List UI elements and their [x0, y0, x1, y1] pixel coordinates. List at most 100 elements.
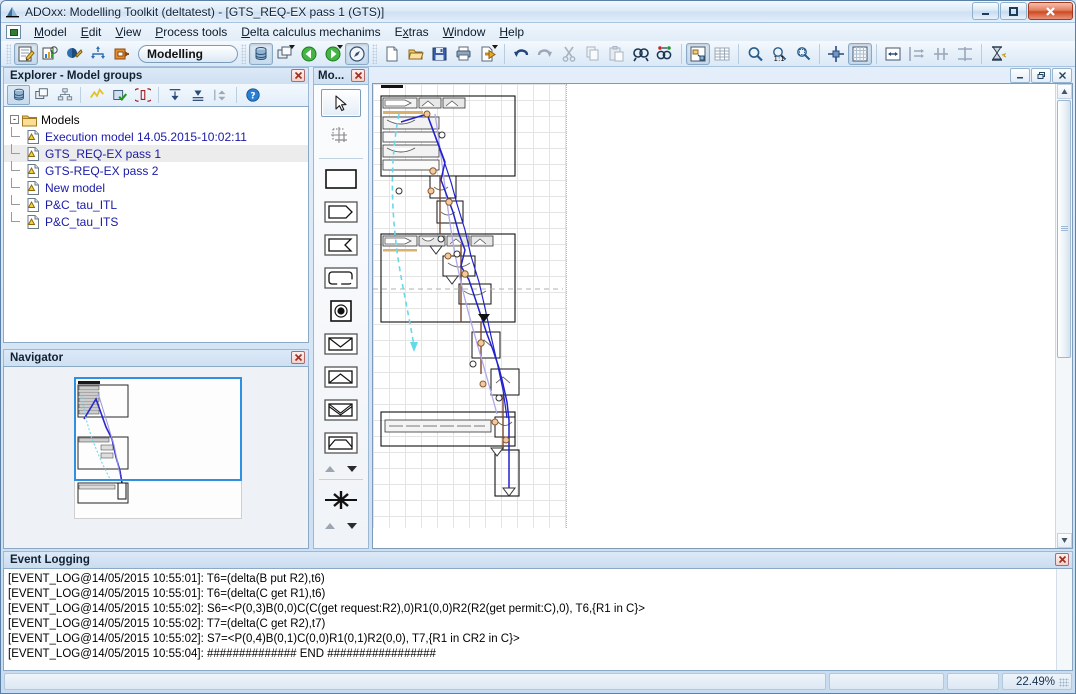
find-icon[interactable] — [629, 43, 653, 65]
tree-item-pc-tau-itl[interactable]: P&C_tau_ITL — [4, 195, 308, 213]
acquisition-icon[interactable] — [14, 42, 38, 65]
chevron-down-icon[interactable] — [289, 44, 295, 49]
new-icon[interactable] — [380, 43, 404, 65]
paste-icon[interactable] — [605, 43, 629, 65]
model-canvas[interactable] — [373, 84, 1055, 548]
version-icon[interactable] — [131, 85, 154, 105]
envelope-flat-shape[interactable] — [321, 429, 361, 457]
zoom-icon[interactable] — [743, 43, 767, 65]
rounded-shape[interactable] — [321, 264, 361, 292]
connector-tool[interactable] — [321, 486, 361, 514]
tree-item-gts-req-ex-pass-1[interactable]: GTS_REQ-EX pass 1 — [4, 144, 308, 162]
scroll-up-icon[interactable] — [325, 466, 335, 472]
tree-item-pc-tau-its[interactable]: P&C_tau_ITS — [4, 212, 308, 230]
navigate-back-icon[interactable] — [297, 43, 321, 65]
tree-item-gts-req-ex-pass-2[interactable]: GTS-REQ-EX pass 2 — [4, 161, 308, 179]
chevron-shape[interactable] — [321, 231, 361, 259]
scroll-down-button[interactable] — [1056, 533, 1072, 548]
toolbar-grip-2[interactable] — [241, 43, 246, 64]
redo-icon[interactable] — [533, 43, 557, 65]
import-export-icon[interactable] — [110, 43, 134, 65]
grid-icon[interactable] — [848, 42, 872, 65]
collapse-all-icon[interactable] — [186, 85, 209, 105]
cut-icon[interactable] — [557, 43, 581, 65]
model-view-icon[interactable] — [686, 42, 710, 65]
explorer-close-button[interactable] — [291, 69, 305, 82]
envelope-down-shape[interactable] — [321, 330, 361, 358]
menu-delta-calculus-mechanims[interactable]: Delta calculus mechanims — [234, 24, 387, 40]
maximize-button[interactable] — [1000, 2, 1027, 20]
palette-close-button[interactable] — [351, 69, 365, 82]
mdi-restore-button[interactable] — [1031, 67, 1051, 83]
scroll-down-icon[interactable] — [347, 466, 357, 472]
timer-icon[interactable] — [986, 43, 1010, 65]
model-groups-icon[interactable] — [53, 85, 76, 105]
database-icon[interactable] — [7, 85, 30, 105]
model-windows-icon[interactable] — [30, 85, 53, 105]
distribute-icon[interactable] — [953, 43, 977, 65]
scroll-up-icon[interactable] — [325, 523, 335, 529]
help-icon[interactable]: ? — [241, 85, 264, 105]
align-vertical-icon[interactable] — [929, 43, 953, 65]
scrollbar-thumb[interactable] — [1057, 100, 1071, 358]
simulation-icon[interactable] — [62, 43, 86, 65]
canvas-vertical-scrollbar[interactable] — [1055, 84, 1072, 548]
mode-combo[interactable]: Modelling — [138, 44, 238, 63]
mdi-minimize-button[interactable] — [1010, 67, 1030, 83]
expand-all-icon[interactable] — [163, 85, 186, 105]
grid-tool[interactable] — [321, 122, 361, 150]
expand-level-icon[interactable] — [209, 85, 232, 105]
event-log-body[interactable]: [EVENT_LOG@14/05/2015 10:55:01]: T6=(del… — [3, 568, 1073, 671]
tree-item-new-model[interactable]: New model — [4, 178, 308, 196]
analysis-icon[interactable] — [38, 43, 62, 65]
save-icon[interactable] — [428, 43, 452, 65]
undo-icon[interactable] — [509, 43, 533, 65]
scroll-up-button[interactable] — [1056, 84, 1072, 99]
minimize-button[interactable] — [972, 2, 999, 20]
menu-process-tools[interactable]: Process tools — [148, 24, 234, 40]
menu-help[interactable]: Help — [492, 24, 531, 40]
menu-window[interactable]: Window — [436, 24, 493, 40]
dynamic-icon[interactable] — [85, 85, 108, 105]
scrollbar-track[interactable] — [1057, 359, 1071, 533]
align-horizontal-icon[interactable] — [905, 43, 929, 65]
tree-expander[interactable]: - — [10, 115, 19, 124]
navigator-viewport[interactable] — [74, 377, 242, 481]
mdi-close-button[interactable] — [1052, 67, 1072, 83]
model-windows-icon[interactable] — [273, 43, 297, 65]
zoom-area-icon[interactable] — [791, 43, 815, 65]
chevron-down-icon[interactable] — [492, 44, 498, 49]
tree-item-execution-model[interactable]: Execution model 14.05.2015-10:02:11 — [4, 127, 308, 145]
scroll-down-icon[interactable] — [347, 523, 357, 529]
toolbar-grip-3[interactable] — [372, 43, 377, 64]
menu-extras[interactable]: Extras — [388, 24, 436, 40]
resize-icon[interactable] — [881, 43, 905, 65]
navigate-forward-icon[interactable] — [321, 43, 345, 65]
validate-icon[interactable] — [108, 85, 131, 105]
open-icon[interactable] — [404, 43, 428, 65]
browse-icon[interactable] — [345, 42, 369, 65]
navigator-close-button[interactable] — [291, 351, 305, 364]
navigator-body[interactable] — [3, 366, 309, 549]
chevron-down-icon[interactable] — [337, 44, 343, 49]
toolbar-grip[interactable] — [6, 43, 11, 64]
resize-grip[interactable] — [1059, 678, 1069, 687]
zoom-100-icon[interactable]: 1:1 — [767, 43, 791, 65]
pentagon-shape[interactable] — [321, 198, 361, 226]
table-view-icon[interactable] — [710, 43, 734, 65]
database-icon[interactable] — [249, 42, 273, 65]
evaluation-icon[interactable] — [86, 43, 110, 65]
center-icon[interactable] — [824, 43, 848, 65]
close-button[interactable] — [1028, 2, 1073, 20]
export-icon[interactable] — [476, 43, 500, 65]
envelope-double-shape[interactable] — [321, 396, 361, 424]
menu-edit[interactable]: Edit — [74, 24, 109, 40]
envelope-up-shape[interactable] — [321, 363, 361, 391]
menu-view[interactable]: View — [108, 24, 148, 40]
window-menu-icon[interactable] — [6, 25, 21, 39]
event-log-close-button[interactable] — [1055, 553, 1069, 566]
find-replace-icon[interactable] — [653, 43, 677, 65]
rectangle-shape[interactable] — [321, 165, 361, 193]
event-log-scrollbar[interactable] — [1056, 569, 1072, 670]
node-shape[interactable] — [321, 297, 361, 325]
